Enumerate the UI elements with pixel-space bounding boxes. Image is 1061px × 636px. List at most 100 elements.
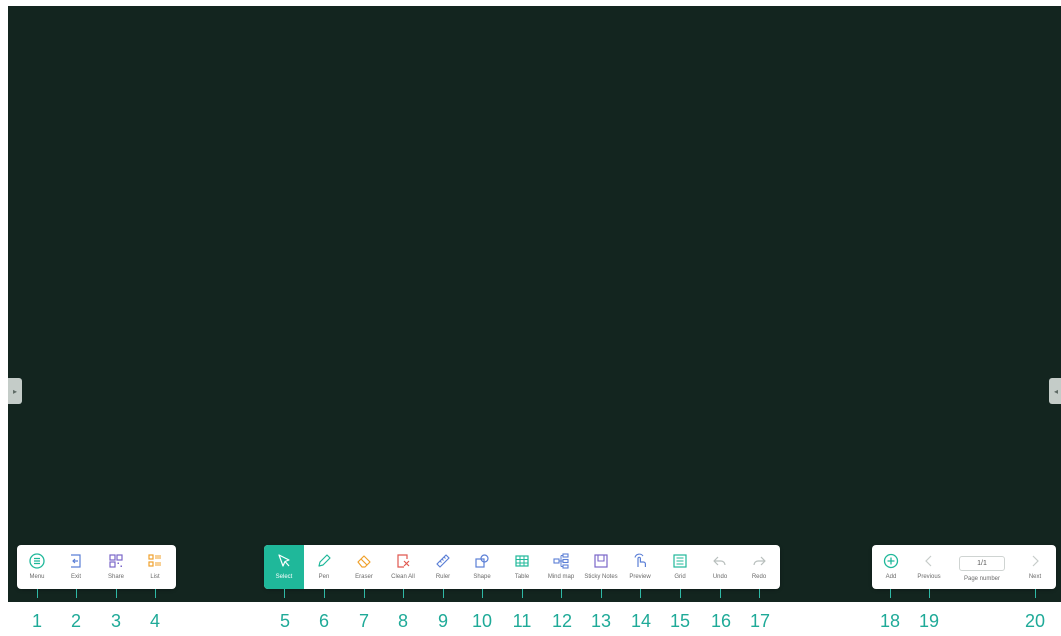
callout-number: 8 — [397, 611, 409, 631]
preview-label: Preview — [629, 574, 651, 580]
page-number-field[interactable]: 1/1 — [959, 556, 1005, 571]
mind-map-button[interactable]: Mind map — [542, 545, 580, 589]
table-button[interactable]: Table — [503, 545, 541, 589]
mind-map-label: Mind map — [547, 574, 575, 580]
chevron-right-icon: ▸ — [12, 386, 17, 396]
eraser-icon — [355, 552, 373, 570]
eraser-button[interactable]: Eraser — [345, 545, 383, 589]
chevron-left-icon: ◂ — [1053, 386, 1058, 396]
clean-all-button[interactable]: Clean All — [384, 545, 422, 589]
grid-icon — [671, 552, 689, 570]
redo-button[interactable]: Redo — [740, 545, 778, 589]
pen-label: Pen — [318, 574, 330, 580]
undo-icon — [711, 552, 729, 570]
pen-button[interactable]: Pen — [305, 545, 343, 589]
previous-label: Previous — [917, 574, 941, 580]
callout-line — [561, 589, 562, 598]
callout-number: 19 — [918, 611, 940, 631]
undo-button[interactable]: Undo — [701, 545, 739, 589]
callout-line — [443, 589, 444, 598]
callout-line — [640, 589, 641, 598]
preview-button[interactable]: Preview — [621, 545, 659, 589]
callout-line — [155, 589, 156, 598]
shape-button[interactable]: Shape — [463, 545, 501, 589]
select-label: Select — [275, 574, 293, 580]
callout-number: 14 — [630, 611, 652, 631]
left-toolbar: Menu Exit Share List — [17, 545, 176, 589]
next-label: Next — [1028, 574, 1042, 580]
whiteboard-canvas[interactable] — [8, 6, 1061, 602]
callout-line — [76, 589, 77, 598]
page-number-label: Page number — [963, 576, 1001, 582]
callout-number: 16 — [710, 611, 732, 631]
share-icon — [107, 552, 125, 570]
add-icon — [882, 552, 900, 570]
callout-number: 13 — [590, 611, 612, 631]
callout-line — [890, 589, 891, 598]
previous-page-button[interactable]: Previous — [910, 545, 948, 589]
share-label: Share — [107, 574, 124, 580]
eraser-label: Eraser — [355, 574, 373, 580]
right-expand-handle[interactable]: ◂ — [1049, 378, 1061, 404]
list-button[interactable]: List — [136, 545, 174, 589]
clean-all-icon — [394, 552, 412, 570]
callout-line — [116, 589, 117, 598]
add-page-button[interactable]: Add — [872, 545, 910, 589]
preview-icon — [631, 552, 649, 570]
chevron-right-icon — [1026, 552, 1044, 570]
left-expand-handle[interactable]: ▸ — [8, 378, 22, 404]
callout-line — [364, 589, 365, 598]
undo-label: Undo — [712, 574, 728, 580]
callout-line — [403, 589, 404, 598]
sticky-notes-icon — [592, 552, 610, 570]
center-toolbar: Select Pen Eraser Clean All Ruler Shape — [264, 545, 780, 589]
next-page-button[interactable]: Next — [1016, 545, 1054, 589]
callout-number: 18 — [879, 611, 901, 631]
mind-map-icon — [552, 552, 570, 570]
callout-number: 5 — [279, 611, 291, 631]
shape-icon — [473, 552, 491, 570]
exit-icon — [67, 552, 85, 570]
ruler-label: Ruler — [435, 574, 451, 580]
redo-icon — [750, 552, 768, 570]
callout-number: 4 — [149, 611, 161, 631]
callout-line — [759, 589, 760, 598]
grid-label: Grid — [674, 574, 686, 580]
table-label: Table — [514, 574, 530, 580]
list-icon — [146, 552, 164, 570]
callout-line — [601, 589, 602, 598]
menu-icon — [28, 552, 46, 570]
grid-button[interactable]: Grid — [661, 545, 699, 589]
page-toolbar: Add Previous 1/1 Page number Next — [872, 545, 1056, 589]
callout-line — [522, 589, 523, 598]
callout-line — [720, 589, 721, 598]
share-button[interactable]: Share — [97, 545, 135, 589]
redo-label: Redo — [751, 574, 767, 580]
callout-number: 1 — [31, 611, 43, 631]
callout-number: 7 — [358, 611, 370, 631]
callout-number: 12 — [551, 611, 573, 631]
select-button[interactable]: Select — [264, 545, 304, 589]
ruler-button[interactable]: Ruler — [424, 545, 462, 589]
sticky-notes-button[interactable]: Sticky Notes — [582, 545, 620, 589]
menu-label: Menu — [29, 574, 45, 580]
callout-number: 6 — [318, 611, 330, 631]
callout-line — [482, 589, 483, 598]
callout-number: 9 — [437, 611, 449, 631]
callout-line — [929, 589, 930, 598]
pen-icon — [315, 552, 333, 570]
callout-number: 20 — [1024, 611, 1046, 631]
exit-button[interactable]: Exit — [57, 545, 95, 589]
callout-number: 2 — [70, 611, 82, 631]
callout-line — [680, 589, 681, 598]
chevron-left-icon — [920, 552, 938, 570]
callout-number: 15 — [669, 611, 691, 631]
menu-button[interactable]: Menu — [18, 545, 56, 589]
callout-line — [284, 589, 285, 598]
clean-all-label: Clean All — [391, 574, 415, 580]
callout-number: 11 — [512, 611, 532, 631]
callout-number: 3 — [110, 611, 122, 631]
ruler-icon — [434, 552, 452, 570]
add-label: Add — [885, 574, 897, 580]
callout-number: 10 — [471, 611, 493, 631]
